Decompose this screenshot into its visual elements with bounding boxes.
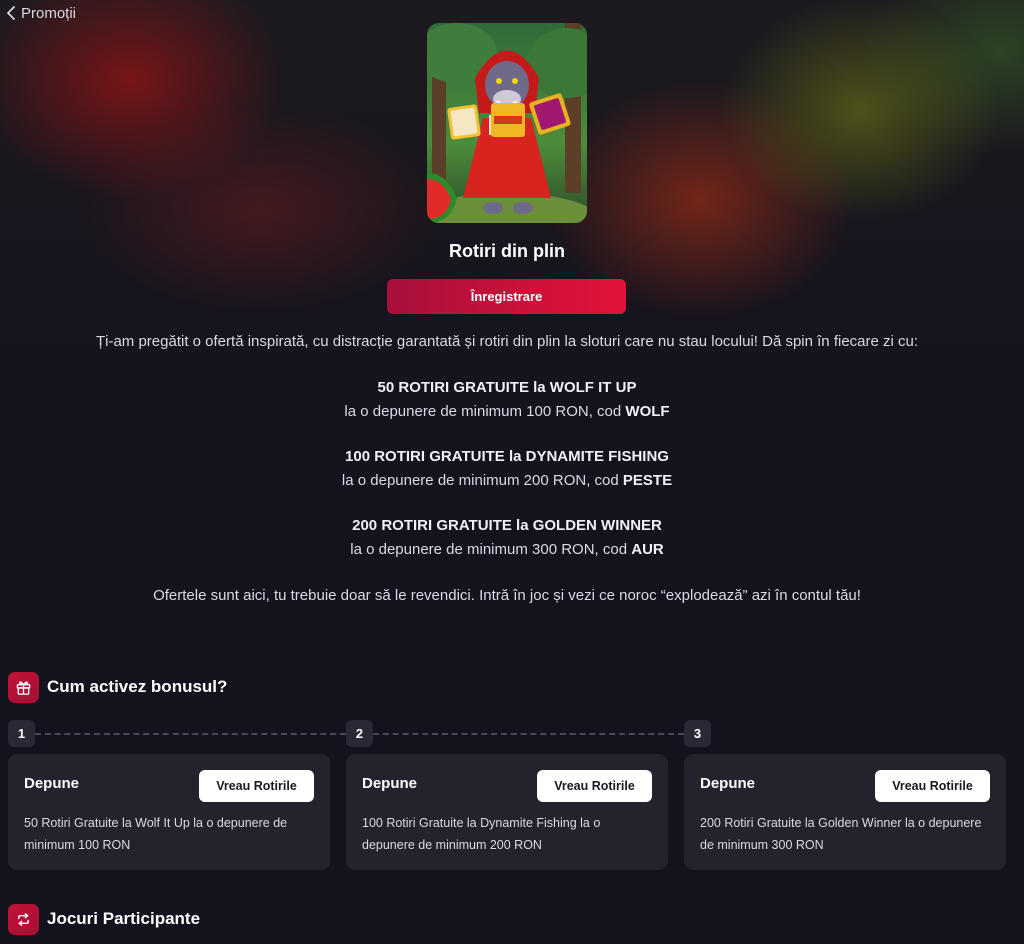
promo-title: Rotiri din plin: [449, 241, 565, 261]
step-card-3: Depune Vreau Rotirile 200 Rotiri Gratuit…: [684, 754, 1006, 870]
games-header: Jocuri Participante: [8, 903, 200, 935]
how-to-title: Cum activez bonusul?: [47, 677, 228, 696]
repeat-icon: [8, 903, 39, 935]
step-1-description: 50 Rotiri Gratuite la Wolf It Up la o de…: [24, 816, 288, 852]
offer-3-condition: la o depunere de minimum 300 RON, cod AU…: [0, 541, 1014, 558]
step-connector: [35, 733, 346, 735]
gift-icon: [8, 671, 39, 703]
chevron-left-icon: [7, 6, 15, 20]
back-link[interactable]: Promoții: [6, 3, 76, 23]
step-1-claim-button[interactable]: Vreau Rotirile: [199, 770, 314, 802]
step-connector: [373, 733, 684, 735]
offer-1-condition: la o depunere de minimum 100 RON, cod WO…: [0, 403, 1014, 420]
offer-3-condition-text: la o depunere de minimum 300 RON, cod: [350, 541, 632, 558]
offer-2-condition-text: la o depunere de minimum 200 RON, cod: [341, 472, 623, 489]
offer-3-code: AUR: [631, 541, 664, 558]
offer-3-headline: 200 ROTIRI GRATUITE la GOLDEN WINNER: [352, 517, 662, 534]
back-link-label: Promoții: [21, 4, 77, 22]
offer-2-code: PESTE: [622, 472, 673, 489]
step-3-number: 3: [684, 720, 711, 747]
step-2-title: Depune: [362, 775, 418, 792]
offer-2-headline: 100 ROTIRI GRATUITE la DYNAMITE FISHING: [345, 448, 669, 465]
step-2-number: 2: [346, 720, 373, 747]
step-2-claim-button[interactable]: Vreau Rotirile: [537, 770, 652, 802]
step-3-title: Depune: [700, 775, 756, 792]
step-1-title: Depune: [24, 775, 80, 792]
register-button[interactable]: Înregistrare: [387, 279, 626, 314]
offer-1-headline: 50 ROTIRI GRATUITE la WOLF IT UP: [377, 379, 637, 396]
step-card-2: Depune Vreau Rotirile 100 Rotiri Gratuit…: [346, 754, 668, 870]
offer-1-condition-text: la o depunere de minimum 100 RON, cod: [344, 403, 626, 420]
offer-2-condition: la o depunere de minimum 200 RON, cod PE…: [0, 472, 1014, 489]
games-title: Jocuri Participante: [47, 909, 201, 928]
step-2-description: 100 Rotiri Gratuite la Dynamite Fishing …: [362, 816, 601, 852]
step-3-claim-button[interactable]: Vreau Rotirile: [875, 770, 990, 802]
step-1-number: 1: [8, 720, 35, 747]
offer-1-code: WOLF: [625, 403, 670, 420]
promo-intro: Ți-am pregătit o ofertă inspirată, cu di…: [95, 333, 919, 350]
step-card-1: Depune Vreau Rotirile 50 Rotiri Gratuite…: [8, 754, 330, 870]
promo-outro: Ofertele sunt aici, tu trebuie doar să l…: [153, 587, 861, 604]
step-3-description: 200 Rotiri Gratuite la Golden Winner la …: [700, 816, 982, 852]
promo-image: [427, 23, 587, 223]
how-to-header: Cum activez bonusul?: [8, 671, 227, 703]
